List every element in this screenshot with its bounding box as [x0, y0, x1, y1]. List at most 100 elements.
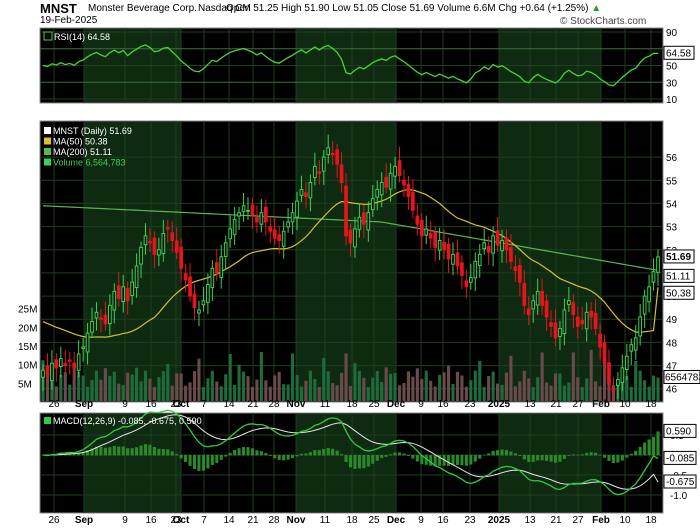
macd-histogram-bar	[304, 453, 308, 456]
macd-legend-swatch	[44, 417, 51, 424]
x-axis-label: 2025	[488, 399, 511, 410]
candle-body	[580, 320, 585, 325]
volume-bar	[540, 352, 544, 401]
x-axis-label: 10	[619, 399, 631, 410]
volume-bar	[585, 378, 589, 401]
candle-body	[415, 215, 420, 225]
volume-bar	[322, 357, 326, 401]
volume-bar	[344, 353, 348, 401]
macd-histogram-bar	[112, 446, 116, 456]
candle-body	[63, 363, 68, 367]
macd-histogram-bar	[264, 452, 268, 456]
volume-bar	[90, 380, 94, 401]
volume-bar	[313, 379, 317, 401]
macd-histogram-bar	[429, 455, 433, 466]
candle-body	[174, 240, 179, 253]
x-axis-label: 18	[645, 515, 657, 526]
volume-bar	[527, 378, 531, 401]
volume-bar	[264, 380, 268, 401]
candle-body	[165, 227, 170, 230]
x-axis-label: 16	[145, 515, 157, 526]
volume-bar	[473, 370, 477, 401]
macd-histogram-bar	[233, 450, 237, 456]
price-legend-item: MA(50) 50.38	[53, 137, 108, 147]
volume-last-label: 6564783	[665, 373, 700, 384]
volume-bar	[371, 377, 375, 401]
candle-body	[299, 189, 304, 196]
volume-bar	[420, 378, 424, 401]
volume-bar	[139, 381, 143, 401]
volume-bar	[68, 384, 72, 401]
macd-histogram-bar	[638, 446, 642, 456]
x-axis-label: 16	[437, 399, 449, 410]
candle-body	[540, 291, 544, 306]
volume-bar	[353, 363, 357, 401]
macd-histogram-bar	[540, 455, 544, 461]
macd-histogram-bar	[469, 455, 473, 465]
volume-bar	[455, 371, 460, 401]
candle-body	[103, 314, 108, 325]
macd-histogram-bar	[348, 455, 353, 468]
macd-histogram-bar	[576, 454, 580, 456]
candle-body	[326, 147, 331, 156]
macd-histogram-bar	[504, 449, 509, 456]
candle-body	[531, 300, 536, 310]
macd-histogram-bar	[643, 442, 647, 456]
macd-histogram-bar	[322, 449, 326, 456]
candle-body	[335, 149, 339, 165]
candle-body	[460, 262, 464, 276]
candle-body	[223, 242, 228, 257]
macd-histogram-bar	[184, 455, 188, 463]
volume-bar	[491, 371, 495, 401]
macd-histogram-bar	[411, 455, 415, 459]
candle-body	[477, 253, 482, 266]
candle-body	[567, 300, 571, 306]
candle-body	[277, 234, 282, 241]
volume-bar	[59, 374, 63, 401]
volume-bar	[157, 377, 161, 401]
stock-chart[interactable]: 9070503010RSI(14) 64.5864.58565554535251…	[0, 0, 700, 530]
candle-body	[246, 209, 250, 212]
candle-body	[295, 200, 299, 218]
candle-body	[41, 369, 45, 378]
macd-histogram-bar	[206, 455, 210, 469]
macd-histogram-bar	[286, 455, 290, 460]
volume-bar	[219, 386, 223, 401]
macd-histogram-bar	[295, 455, 299, 457]
macd-signal-label: -0.675	[666, 477, 695, 488]
macd-histogram-bar	[647, 439, 651, 456]
candle-body	[611, 388, 616, 392]
candle-body	[45, 365, 50, 376]
volume-bar	[482, 386, 486, 401]
volume-bar	[215, 381, 219, 401]
macd-histogram-bar	[371, 455, 375, 464]
volume-bar	[424, 370, 428, 401]
volume-bar	[487, 376, 491, 401]
macd-histogram-bar	[273, 455, 277, 459]
price-tick-label: 53	[666, 223, 678, 234]
candle-body	[428, 233, 433, 239]
candle-body	[589, 310, 593, 318]
candle-body	[161, 233, 166, 255]
volume-bar	[237, 364, 241, 401]
candle-body	[232, 219, 237, 236]
candle-body	[446, 243, 451, 260]
macd-histogram-bar	[491, 450, 495, 456]
x-axis-label: Oct	[173, 515, 190, 526]
volume-bar	[393, 373, 397, 401]
macd-histogram-bar	[562, 455, 566, 459]
macd-histogram-bar	[571, 454, 575, 456]
price-tick-label: 56	[666, 153, 678, 164]
candle-body	[522, 282, 527, 306]
candle-body	[495, 230, 500, 246]
volume-bar	[522, 370, 526, 401]
price-tick-label: 55	[666, 176, 678, 187]
macd-histogram-bar	[393, 452, 397, 456]
macd-histogram-bar	[380, 455, 384, 459]
candle-body	[157, 249, 161, 256]
macd-histogram-bar	[389, 454, 393, 456]
macd-histogram-bar	[513, 453, 517, 456]
volume-tick-label: 10M	[18, 361, 37, 372]
candle-body	[58, 358, 63, 368]
candle-body	[370, 198, 375, 211]
